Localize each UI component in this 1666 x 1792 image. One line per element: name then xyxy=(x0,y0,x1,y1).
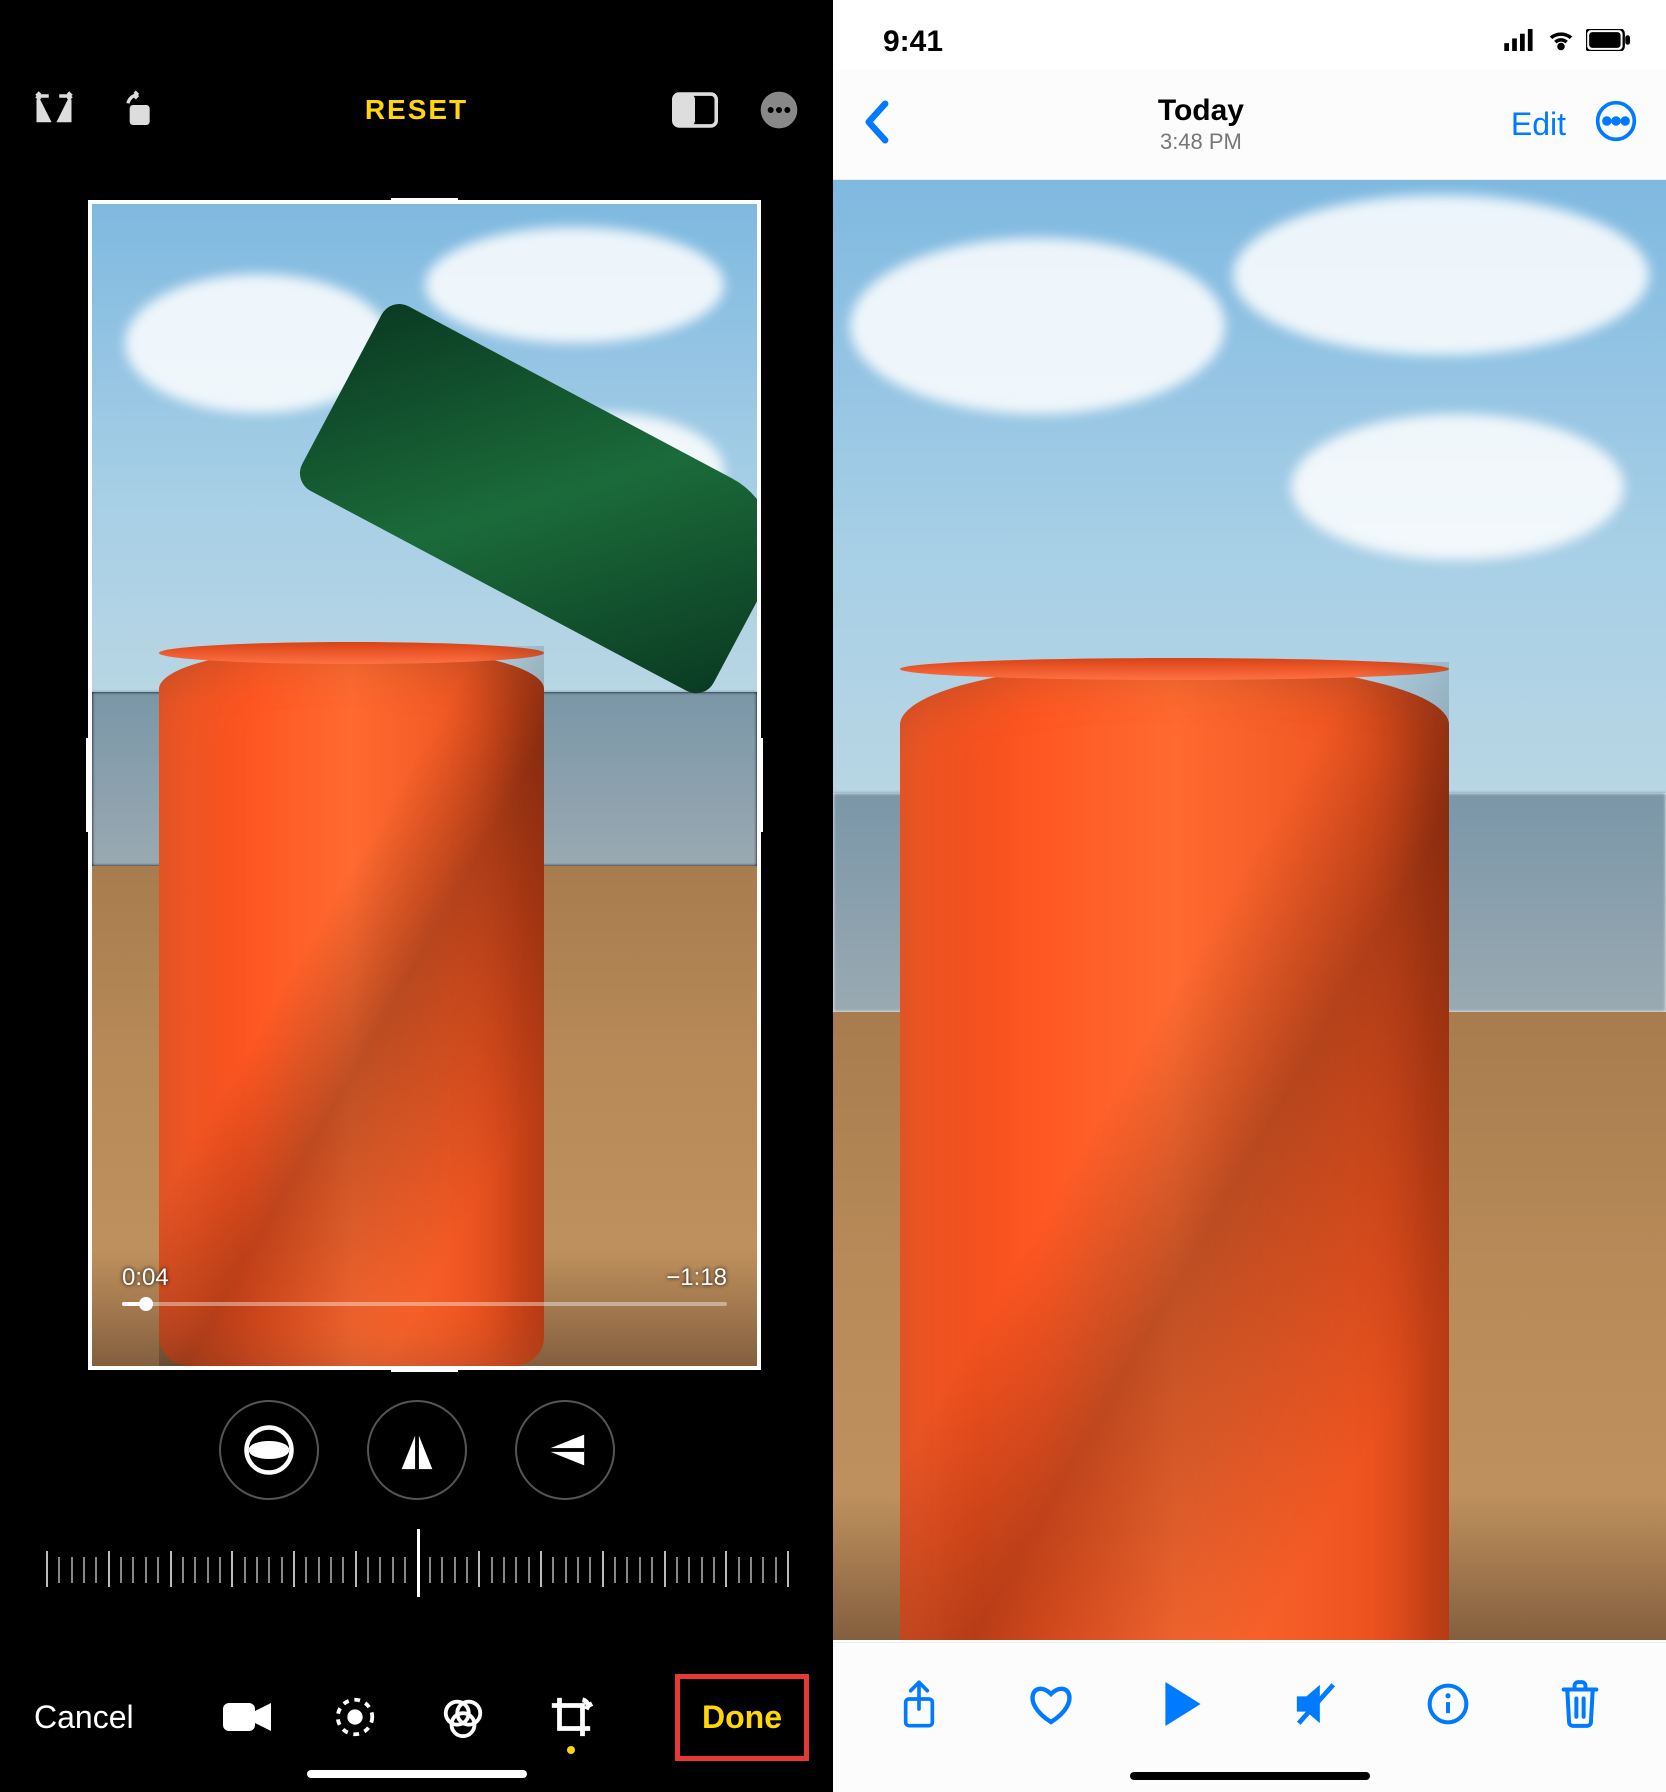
info-icon[interactable] xyxy=(1418,1674,1478,1734)
crop-mode-icon[interactable] xyxy=(546,1692,596,1742)
crop-preview[interactable]: 0:04 −1:18 xyxy=(88,200,761,1370)
edit-button[interactable]: Edit xyxy=(1511,106,1566,143)
back-button[interactable] xyxy=(861,100,891,149)
vertical-perspective-tool[interactable] xyxy=(367,1400,467,1500)
rotate-icon[interactable] xyxy=(114,86,162,134)
video-mode-icon[interactable] xyxy=(222,1692,272,1742)
perspective-tools xyxy=(0,1400,833,1500)
editor-topbar: RESET xyxy=(0,0,833,160)
viewer-title: Today 3:48 PM xyxy=(1158,93,1244,155)
viewer-title-main: Today xyxy=(1158,93,1244,129)
reset-button[interactable]: RESET xyxy=(365,94,468,126)
battery-icon xyxy=(1586,25,1630,59)
status-bar: 9:41 xyxy=(833,0,1666,70)
home-indicator xyxy=(307,1770,527,1778)
wifi-icon xyxy=(1546,25,1576,59)
viewer-screen: 9:41 Today 3:48 PM E xyxy=(833,0,1666,1792)
remaining-time: −1:18 xyxy=(666,1264,727,1292)
filters-mode-icon[interactable] xyxy=(438,1692,488,1742)
share-icon[interactable] xyxy=(889,1674,949,1734)
cancel-button[interactable]: Cancel xyxy=(24,1681,144,1754)
home-indicator xyxy=(1130,1772,1370,1780)
angle-ruler[interactable] xyxy=(46,1540,787,1600)
straighten-tool[interactable] xyxy=(219,1400,319,1500)
status-time: 9:41 xyxy=(883,25,943,59)
editor-photo xyxy=(92,204,757,1366)
done-button[interactable]: Done xyxy=(675,1674,809,1761)
heart-icon[interactable] xyxy=(1021,1674,1081,1734)
adjust-mode-icon[interactable] xyxy=(330,1692,380,1742)
viewer-bottombar xyxy=(833,1642,1666,1792)
flip-horizontal-icon[interactable] xyxy=(30,86,78,134)
cellular-icon xyxy=(1504,25,1536,59)
editor-screen: RESET xyxy=(0,0,833,1792)
mute-icon[interactable] xyxy=(1286,1674,1346,1734)
play-icon[interactable] xyxy=(1153,1674,1213,1734)
trash-icon[interactable] xyxy=(1550,1674,1610,1734)
viewer-topbar: Today 3:48 PM Edit xyxy=(833,70,1666,180)
viewer-title-sub: 3:48 PM xyxy=(1158,129,1244,155)
more-icon[interactable] xyxy=(1594,99,1638,151)
aspect-ratio-icon[interactable] xyxy=(671,86,719,134)
horizontal-perspective-tool[interactable] xyxy=(515,1400,615,1500)
viewer-photo[interactable] xyxy=(833,180,1666,1640)
elapsed-time: 0:04 xyxy=(122,1264,169,1292)
video-scrubber[interactable]: 0:04 −1:18 xyxy=(122,1264,727,1306)
more-icon[interactable] xyxy=(755,86,803,134)
